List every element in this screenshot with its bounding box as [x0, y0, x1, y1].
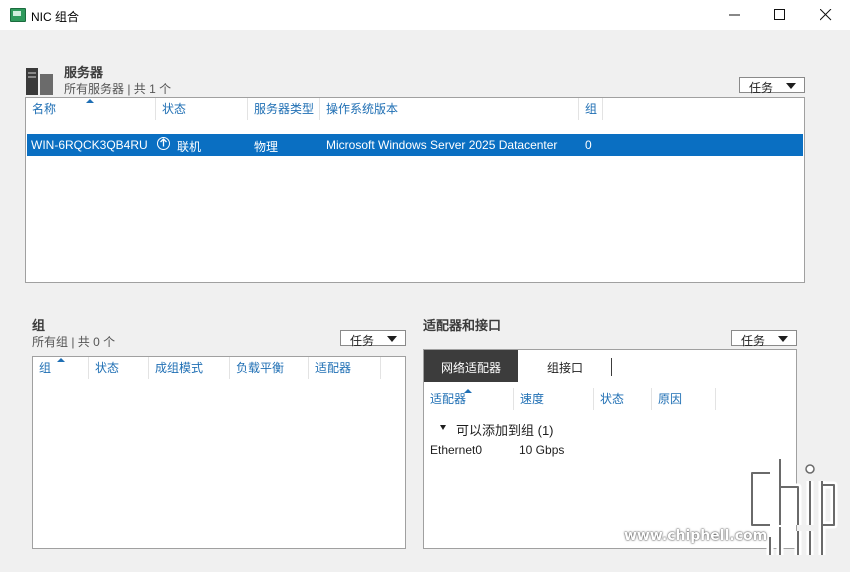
servers-title: 服务器 [64, 65, 104, 80]
servers-table: 名称 状态 服务器类型 操作系统版本 组 WIN-6RQCK3QB4RU 联机 … [25, 97, 805, 283]
server-icon [26, 68, 53, 95]
column-server-type[interactable]: 服务器类型 [248, 98, 320, 120]
server-status: 联机 [177, 140, 202, 154]
adapter-speed: 10 Gbps [519, 443, 565, 457]
server-groups: 0 [585, 138, 592, 152]
column-adapter-status[interactable]: 状态 [594, 388, 652, 410]
sort-ascending-icon [57, 358, 65, 362]
column-speed[interactable]: 速度 [514, 388, 594, 410]
watermark-url: www.chiphell.com [624, 528, 768, 544]
nic-teaming-app-icon [10, 8, 26, 22]
close-button[interactable] [803, 0, 849, 30]
server-os: Microsoft Windows Server 2025 Datacenter [326, 138, 558, 152]
maximize-button[interactable] [757, 0, 803, 30]
close-icon [820, 9, 832, 21]
tab-team-interfaces[interactable]: 组接口 [518, 350, 612, 382]
online-status-icon [157, 137, 170, 150]
column-team[interactable]: 组 [33, 357, 89, 379]
servers-subtitle: 所有服务器 | 共 1 个 [64, 82, 172, 96]
sort-ascending-icon [464, 389, 472, 393]
sort-ascending-icon [86, 99, 94, 103]
title-bar: NIC 组合 [0, 0, 850, 30]
chevron-down-icon [786, 83, 796, 89]
tab-network-adapters[interactable]: 网络适配器 [424, 350, 518, 382]
column-team-status[interactable]: 状态 [89, 357, 149, 379]
tab-divider [611, 358, 612, 376]
teams-title: 组 [32, 318, 46, 333]
column-os-version[interactable]: 操作系统版本 [320, 98, 579, 120]
column-teaming-mode[interactable]: 成组模式 [149, 357, 230, 379]
column-adapters[interactable]: 适配器 [309, 357, 381, 379]
teams-table: 组 状态 成组模式 负载平衡 适配器 [32, 356, 406, 549]
adapters-title: 适配器和接口 [423, 318, 502, 333]
maximize-icon [774, 9, 785, 20]
adapters-tab-bar: 网络适配器 组接口 [424, 350, 796, 382]
server-name: WIN-6RQCK3QB4RU [31, 138, 148, 152]
column-name[interactable]: 名称 [26, 98, 156, 120]
chevron-down-icon [387, 336, 397, 342]
servers-tasks-dropdown[interactable]: 任务 [739, 77, 805, 95]
teams-tasks-dropdown[interactable]: 任务 [340, 330, 406, 348]
column-adapter[interactable]: 适配器 [424, 388, 514, 410]
column-load-balancing[interactable]: 负载平衡 [230, 357, 309, 379]
teams-subtitle: 所有组 | 共 0 个 [32, 335, 116, 349]
chevron-down-icon [778, 336, 788, 342]
minimize-icon [729, 14, 740, 16]
servers-table-header: 名称 状态 服务器类型 操作系统版本 组 [26, 98, 804, 120]
table-row[interactable]: WIN-6RQCK3QB4RU 联机 物理 Microsoft Windows … [27, 134, 803, 156]
column-groups[interactable]: 组 [579, 98, 603, 120]
chiphell-watermark-logo [748, 459, 838, 555]
window-title: NIC 组合 [31, 10, 80, 24]
column-status[interactable]: 状态 [156, 98, 248, 120]
adapter-name[interactable]: Ethernet0 [430, 443, 482, 457]
available-group-label: 可以添加到组 (1) [456, 423, 554, 438]
minimize-button[interactable] [712, 0, 758, 30]
collapse-triangle-icon[interactable] [440, 425, 446, 430]
adapters-table-header: 适配器 速度 状态 原因 [424, 388, 796, 410]
server-type: 物理 [254, 140, 279, 154]
column-reason[interactable]: 原因 [652, 388, 716, 410]
adapters-tasks-dropdown[interactable]: 任务 [731, 330, 797, 348]
teams-table-header: 组 状态 成组模式 负载平衡 适配器 [33, 357, 405, 379]
